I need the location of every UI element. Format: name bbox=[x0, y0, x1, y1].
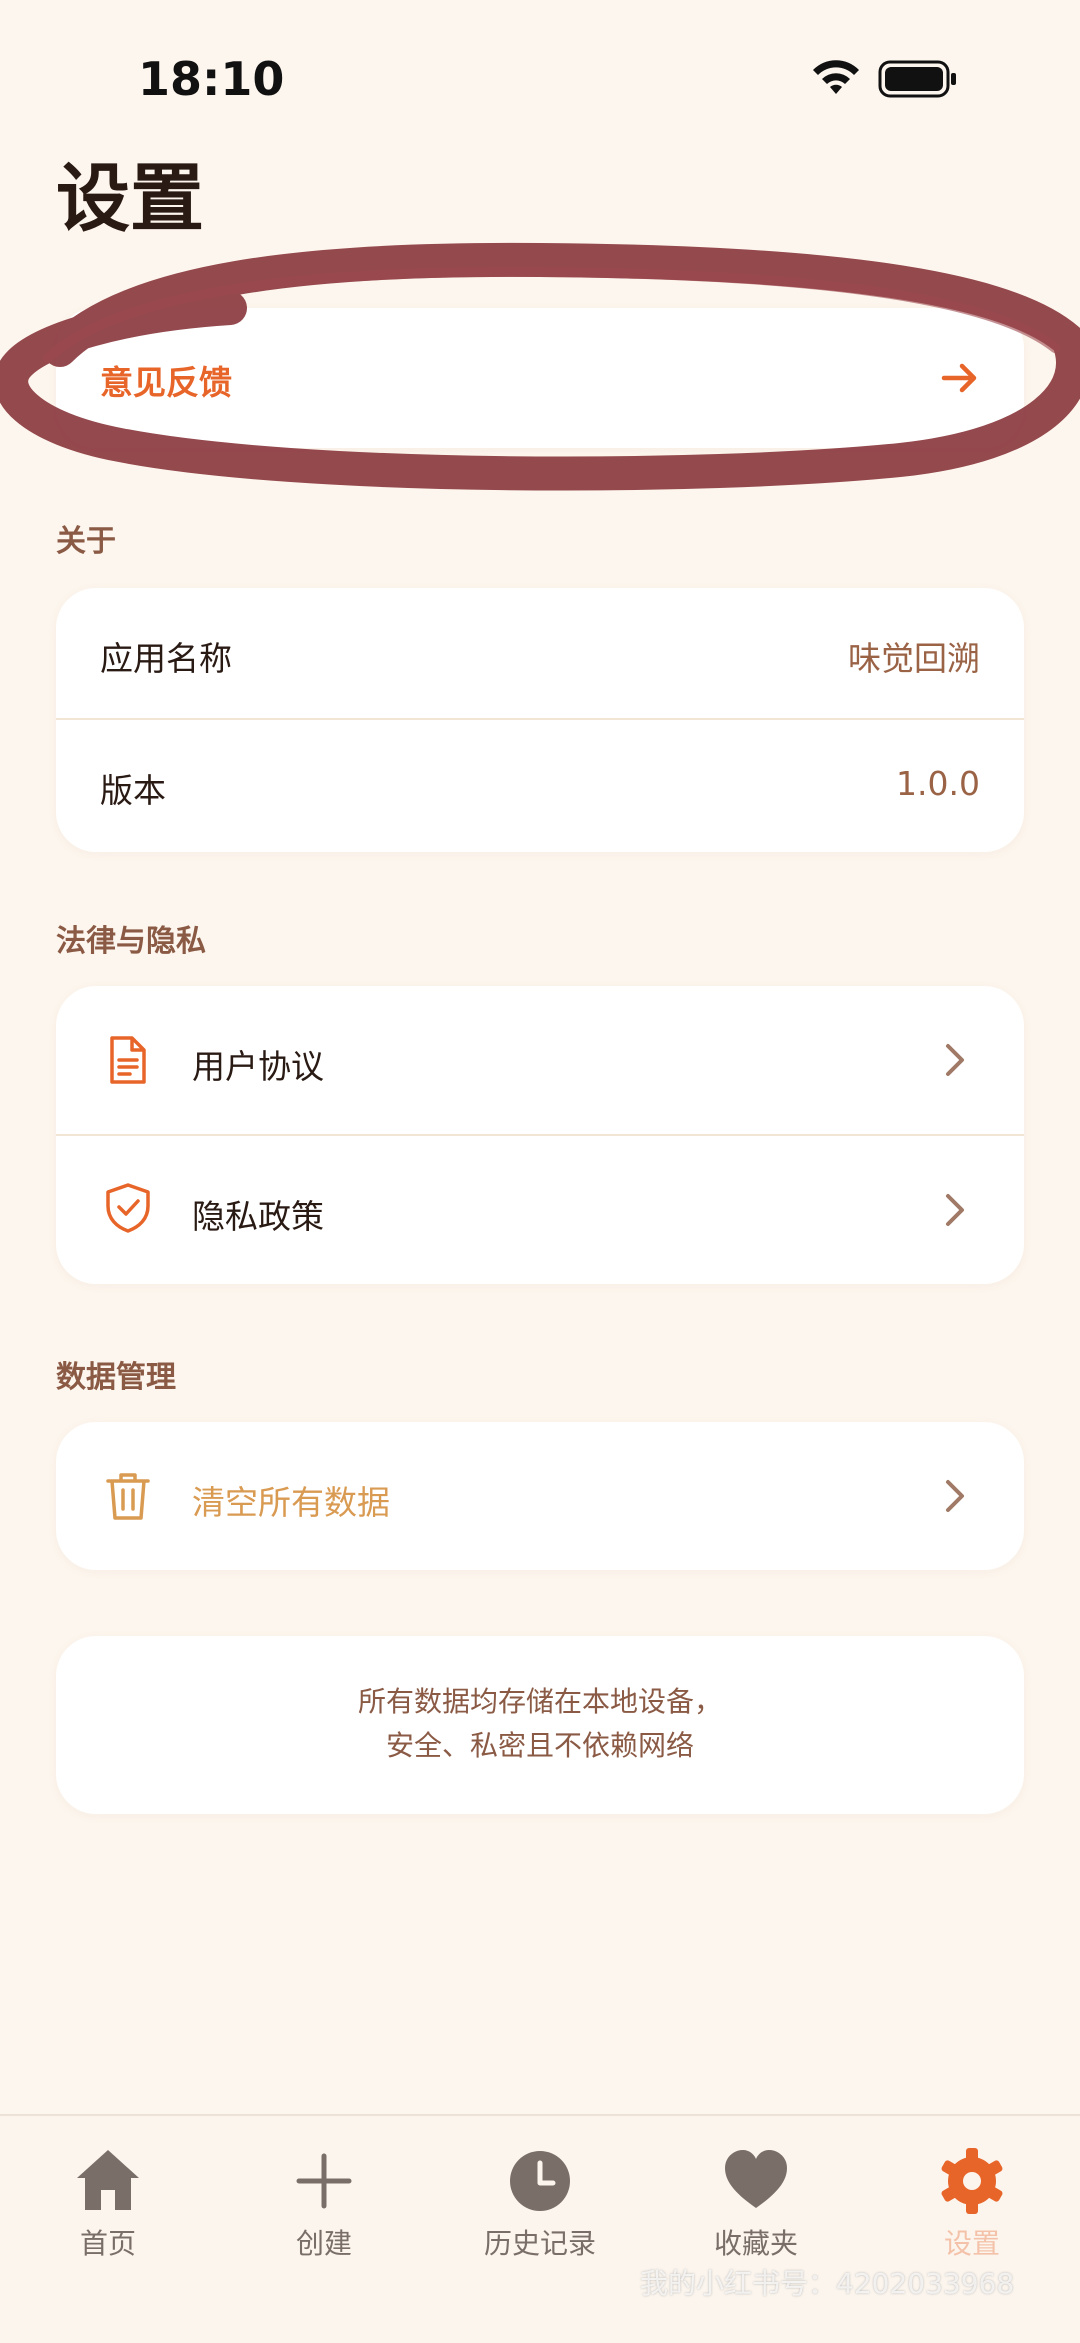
user-agreement-row[interactable]: 用户协议 bbox=[56, 986, 1024, 1134]
page-title: 设置 bbox=[56, 156, 204, 242]
tab-favorites[interactable]: 收藏夹 bbox=[648, 2136, 864, 2266]
arrow-right-icon bbox=[941, 363, 977, 393]
chevron-right-icon bbox=[946, 1480, 964, 1512]
note-line-2: 安全、私密且不依赖网络 bbox=[385, 1729, 694, 1762]
plus-icon bbox=[296, 2153, 352, 2209]
about-card: 应用名称 味觉回溯 版本 1.0.0 bbox=[56, 588, 1024, 852]
data-card: 清空所有数据 bbox=[56, 1422, 1024, 1570]
trash-icon bbox=[106, 1473, 150, 1520]
tab-label: 首页 bbox=[79, 2227, 136, 2260]
legal-card: 用户协议 隐私政策 bbox=[56, 986, 1024, 1284]
section-header-data: 数据管理 bbox=[56, 1360, 176, 1395]
gear-icon bbox=[941, 2148, 1003, 2214]
note-line-1: 所有数据均存储在本地设备， bbox=[357, 1685, 722, 1718]
clear-all-data-row[interactable]: 清空所有数据 bbox=[56, 1422, 1024, 1570]
feedback-card[interactable]: 意见反馈 bbox=[56, 308, 1024, 448]
tab-label: 历史记录 bbox=[483, 2227, 596, 2260]
section-header-about: 关于 bbox=[56, 524, 116, 559]
privacy-policy-label: 隐私政策 bbox=[192, 1197, 324, 1236]
home-icon bbox=[77, 2150, 139, 2210]
watermark: 我的小红书号：4202033968 bbox=[640, 2267, 1015, 2300]
clock-icon bbox=[510, 2151, 570, 2211]
tab-home[interactable]: 首页 bbox=[0, 2136, 216, 2266]
section-header-legal: 法律与隐私 bbox=[56, 924, 206, 959]
app-name-row: 应用名称 味觉回溯 bbox=[56, 588, 1024, 718]
tab-history[interactable]: 历史记录 bbox=[432, 2136, 648, 2266]
user-agreement-label: 用户协议 bbox=[192, 1047, 324, 1086]
tab-label: 收藏夹 bbox=[713, 2227, 798, 2260]
status-bar: 18:10 bbox=[0, 0, 1080, 150]
clear-all-data-label: 清空所有数据 bbox=[192, 1483, 390, 1522]
battery-icon bbox=[878, 60, 956, 98]
heart-icon bbox=[725, 2150, 787, 2208]
wifi-icon bbox=[813, 60, 859, 94]
tab-bar: 首页 创建 历史记录 收藏夹 设置 bbox=[0, 2114, 1080, 2343]
app-name-label: 应用名称 bbox=[100, 639, 232, 678]
chevron-right-icon bbox=[946, 1044, 964, 1076]
local-storage-note: 所有数据均存储在本地设备， 安全、私密且不依赖网络 bbox=[56, 1636, 1024, 1814]
tab-label: 创建 bbox=[295, 2227, 352, 2260]
document-icon bbox=[110, 1036, 146, 1084]
privacy-policy-row[interactable]: 隐私政策 bbox=[56, 1136, 1024, 1284]
app-name-value: 味觉回溯 bbox=[848, 639, 980, 678]
tab-create[interactable]: 创建 bbox=[216, 2136, 432, 2266]
status-time: 18:10 bbox=[138, 52, 285, 106]
version-label: 版本 bbox=[100, 771, 166, 810]
version-value: 1.0.0 bbox=[896, 764, 980, 803]
tab-label: 设置 bbox=[943, 2227, 1000, 2260]
shield-check-icon bbox=[106, 1183, 150, 1233]
tab-settings[interactable]: 设置 bbox=[864, 2136, 1080, 2266]
version-row: 版本 1.0.0 bbox=[56, 720, 1024, 852]
chevron-right-icon bbox=[946, 1194, 964, 1226]
feedback-label: 意见反馈 bbox=[100, 363, 232, 402]
